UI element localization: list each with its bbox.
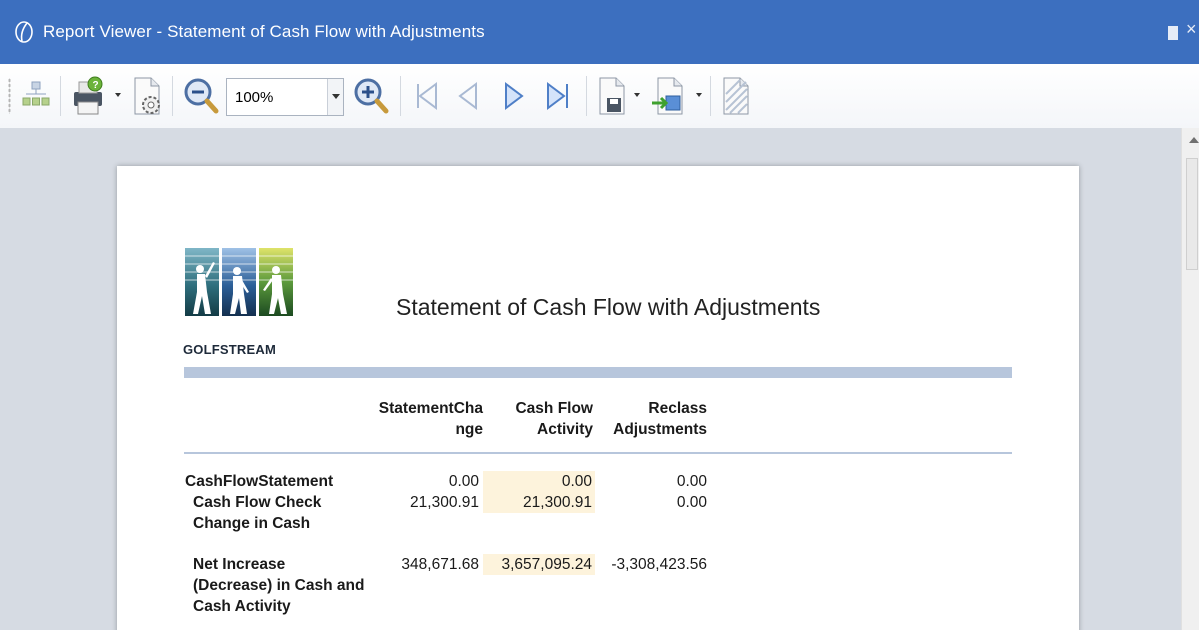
row-label-line: Cash Flow Check xyxy=(193,494,322,511)
zoom-dropdown-button[interactable] xyxy=(327,79,343,115)
window-titlebar: Report Viewer - Statement of Cash Flow w… xyxy=(0,0,1199,64)
document-map-icon[interactable] xyxy=(20,72,52,120)
window-title: Report Viewer - Statement of Cash Flow w… xyxy=(43,22,485,41)
scroll-up-icon[interactable] xyxy=(1189,137,1199,143)
row-label: Cash Flow Check Change in Cash xyxy=(193,492,373,534)
logo-text: GOLFSTREAM xyxy=(183,342,276,357)
report-title: Statement of Cash Flow with Adjustments xyxy=(396,294,821,320)
last-page-icon[interactable] xyxy=(540,72,576,120)
report-viewport[interactable]: GOLFSTREAM Statement of Cash Flow with A… xyxy=(0,128,1181,630)
chevron-down-icon xyxy=(332,94,340,99)
svg-text:?: ? xyxy=(93,80,99,91)
cell-cash-flow-activity: 3,657,095.24 xyxy=(483,554,595,575)
export-icon[interactable] xyxy=(648,72,688,120)
next-page-icon[interactable] xyxy=(496,72,532,120)
save-icon[interactable] xyxy=(594,72,630,120)
export-dropdown-arrow[interactable] xyxy=(696,93,702,97)
column-header-line: Reclass xyxy=(648,400,707,417)
column-header-statement-change: StatementCha nge xyxy=(363,398,483,440)
toolbar-separator xyxy=(172,76,173,116)
column-header-line: StatementCha xyxy=(378,400,483,417)
header-rule xyxy=(184,452,1012,454)
zoom-input[interactable] xyxy=(235,88,325,106)
cell-reclass-adjustments: -3,308,423.56 xyxy=(611,556,707,573)
previous-page-icon[interactable] xyxy=(450,72,486,120)
column-header-reclass-adjustments: Reclass Adjustments xyxy=(597,398,707,440)
zoom-combobox[interactable] xyxy=(226,78,344,116)
page-setup-icon[interactable] xyxy=(129,72,165,120)
print-icon[interactable]: ? xyxy=(68,72,108,120)
zoom-in-icon[interactable] xyxy=(350,72,392,120)
report-page: GOLFSTREAM Statement of Cash Flow with A… xyxy=(117,166,1079,630)
cell-reclass-adjustments: 0.00 xyxy=(676,473,707,490)
column-header-line: nge xyxy=(455,421,483,438)
toolbar-separator xyxy=(586,76,587,116)
column-header-line: Adjustments xyxy=(613,421,707,438)
row-label-line: Net Increase xyxy=(193,556,286,573)
vertical-scrollbar[interactable] xyxy=(1181,128,1199,630)
toolbar-separator xyxy=(710,76,711,116)
scrollbar-thumb[interactable] xyxy=(1186,158,1198,270)
cell-statement-change: 21,300.91 xyxy=(410,494,479,511)
toolbar-separator xyxy=(60,76,61,116)
golfstream-logo xyxy=(185,248,293,316)
zoom-out-icon[interactable] xyxy=(180,72,222,120)
first-page-icon[interactable] xyxy=(408,72,444,120)
column-header-cash-flow-activity: Cash Flow Activity xyxy=(483,398,593,440)
cell-reclass-adjustments: 0.00 xyxy=(676,494,707,511)
cell-statement-change: 348,671.68 xyxy=(401,556,479,573)
row-label: CashFlowStatement xyxy=(185,473,334,490)
report-toolbar: ? xyxy=(0,64,1199,128)
toolbar-separator xyxy=(400,76,401,116)
app-logo-icon xyxy=(15,21,33,43)
column-header-line: Activity xyxy=(537,421,593,438)
row-label-line: Change in Cash xyxy=(193,515,311,532)
row-label: Net Increase (Decrease) in Cash and Cash… xyxy=(193,554,383,617)
close-button[interactable]: × xyxy=(1186,19,1197,40)
cell-cash-flow-activity: 0.00 xyxy=(483,471,595,492)
title-rule xyxy=(184,367,1012,378)
watermark-icon[interactable] xyxy=(718,72,754,120)
restore-button[interactable] xyxy=(1168,26,1178,40)
row-label-line: Cash Activity xyxy=(193,598,291,615)
toolbar-grip[interactable] xyxy=(8,78,11,114)
save-dropdown-arrow[interactable] xyxy=(634,93,640,97)
cell-statement-change: 0.00 xyxy=(448,473,479,490)
print-dropdown-arrow[interactable] xyxy=(115,93,121,97)
column-header-line: Cash Flow xyxy=(515,400,593,417)
cell-cash-flow-activity: 21,300.91 xyxy=(483,492,595,513)
row-label-line: (Decrease) in Cash and xyxy=(193,577,365,594)
